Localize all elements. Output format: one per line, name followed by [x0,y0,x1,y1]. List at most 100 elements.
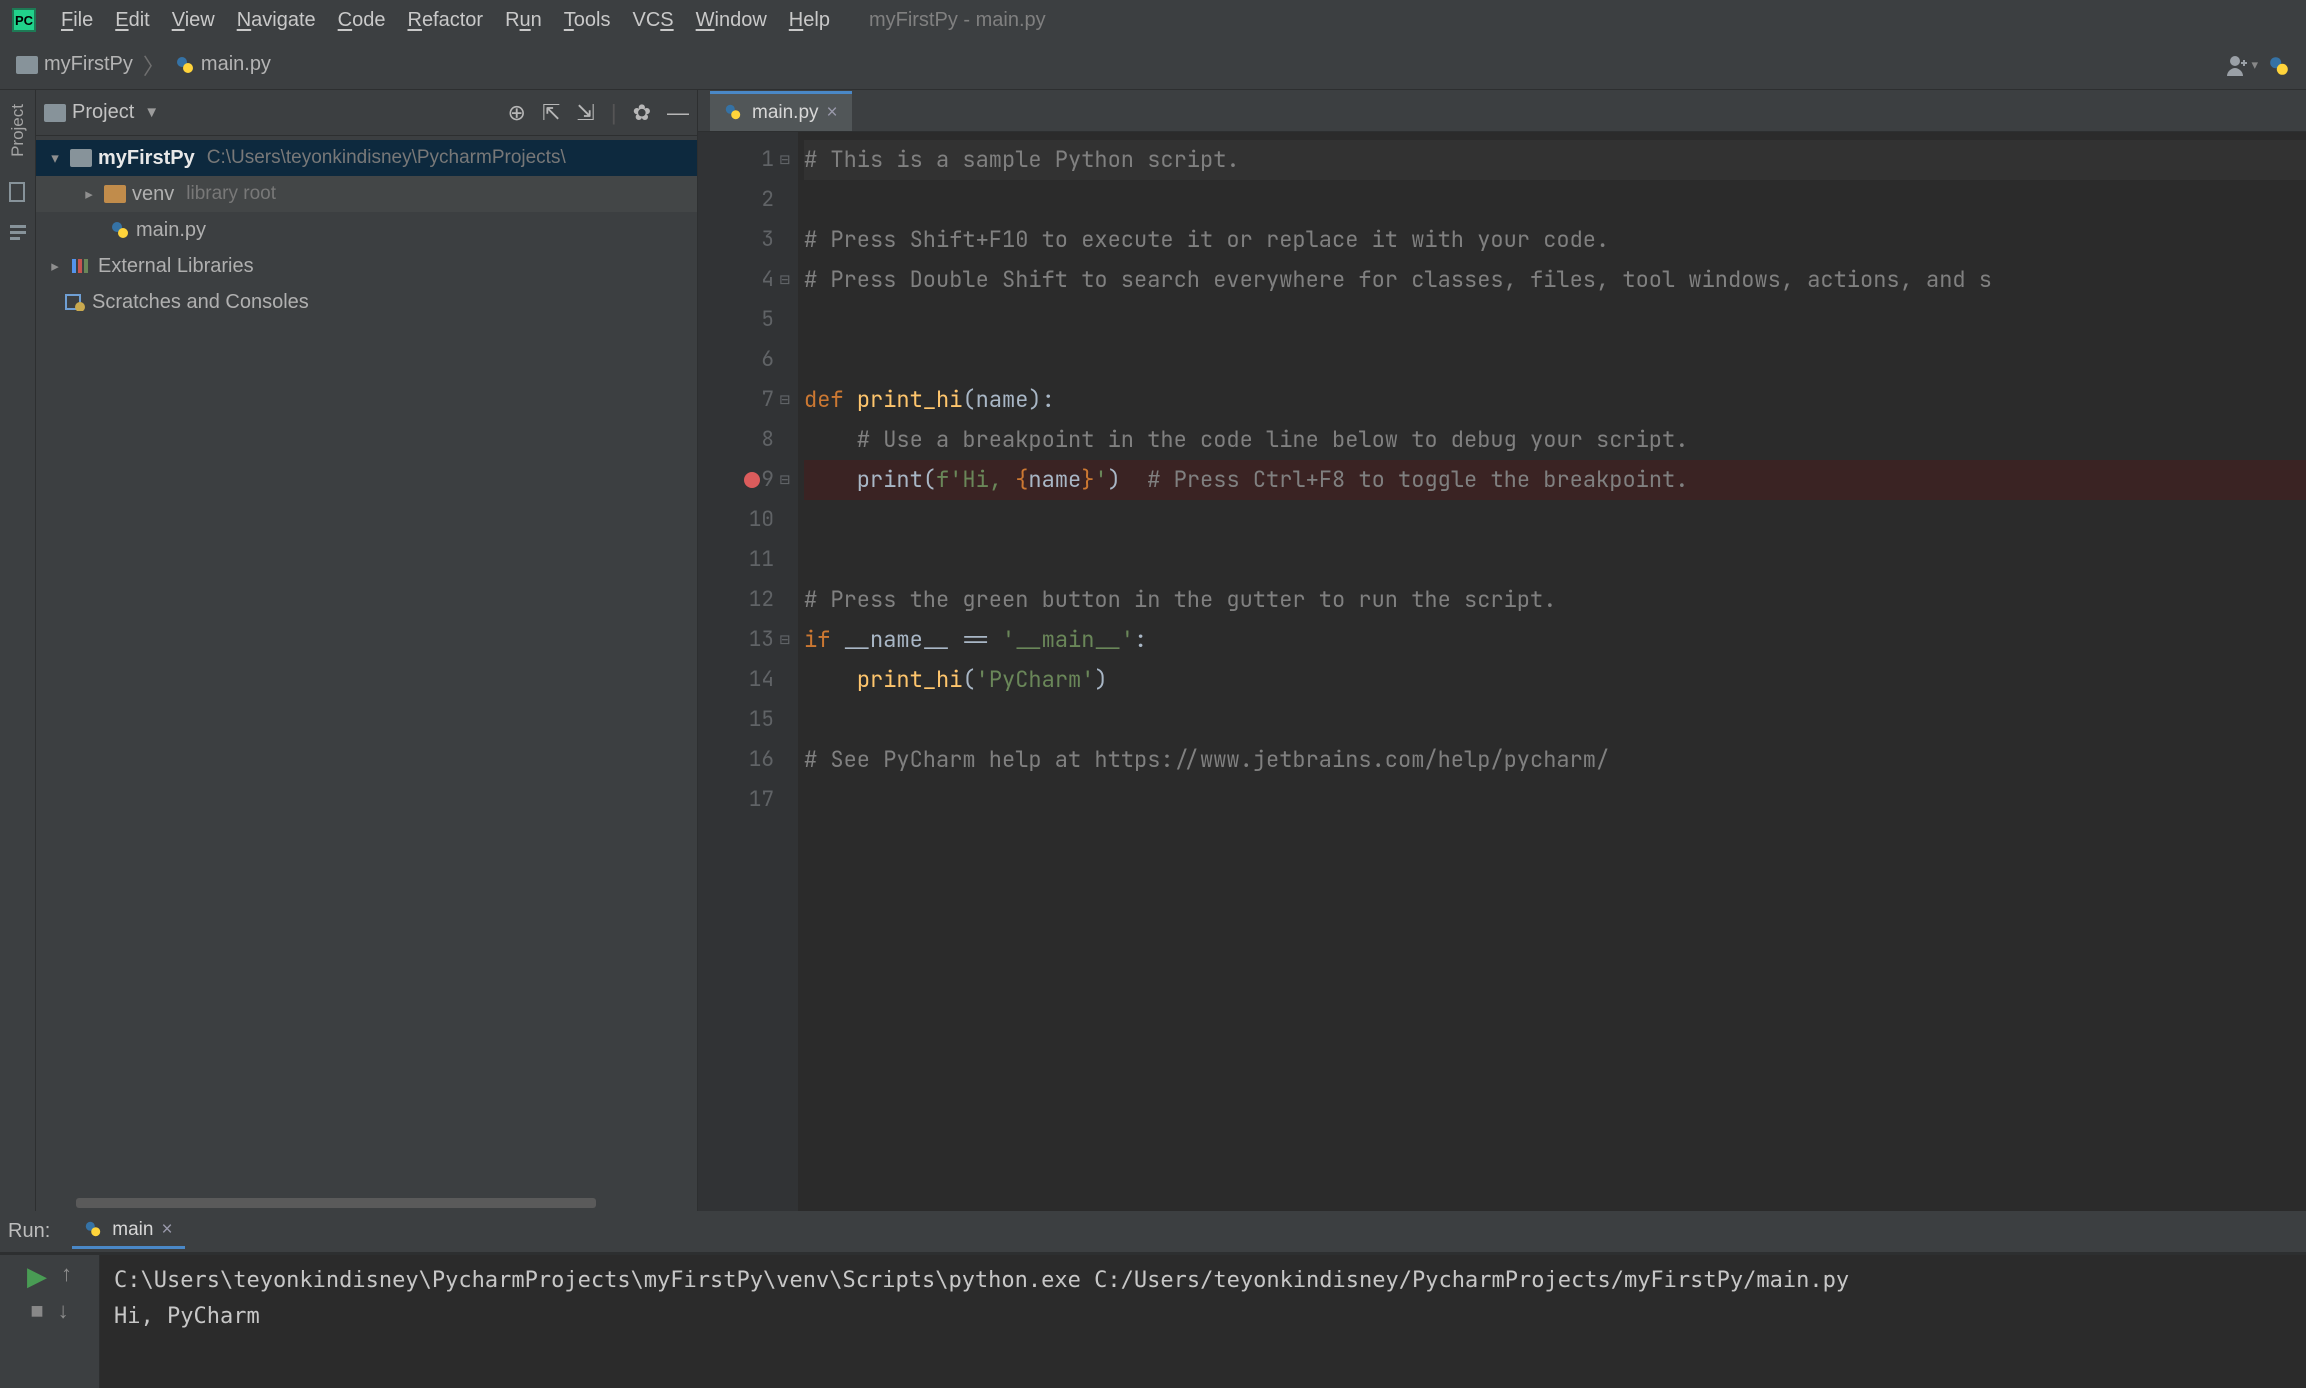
menu-file[interactable]: File [50,5,104,36]
tree-node-mainpy-name: main.py [136,219,206,242]
tree-root-project[interactable]: ▾ myFirstPy C:\Users\teyonkindisney\Pych… [36,140,697,176]
menu-tools[interactable]: Tools [553,5,622,36]
gutter-line[interactable]: 4⊟ [698,260,788,300]
code-line[interactable]: def print_hi(name): [804,380,2306,420]
code-line[interactable]: if __name__ == '__main__': [804,620,2306,660]
tree-node-venv[interactable]: ▸ venv library root [36,176,697,212]
stop-icon[interactable]: ■ [30,1298,43,1324]
code-line[interactable] [804,700,2306,740]
gutter-line[interactable]: 14 [698,660,788,700]
up-arrow-icon[interactable]: ↑ [61,1261,72,1292]
run-tool-window: ▶ ↑ ■ ↓ C:\Users\teyonkindisney\PycharmP… [0,1253,2306,1388]
gutter-line[interactable]: 7⊟ [698,380,788,420]
code-line[interactable]: print_hi('PyCharm') [804,660,2306,700]
menu-help[interactable]: Help [778,5,841,36]
collapse-all-icon[interactable]: ⇲ [576,100,594,126]
tree-node-external-label: External Libraries [98,255,254,278]
gutter-line[interactable]: 13⊟ [698,620,788,660]
code-line[interactable] [804,500,2306,540]
menu-vcs[interactable]: VCS [622,5,685,36]
breakpoint-icon[interactable] [744,472,760,488]
run-tab-main[interactable]: main × [72,1215,184,1249]
fold-icon[interactable]: ⊟ [780,460,790,500]
code-line[interactable]: # Press Double Shift to search everywher… [804,260,2306,300]
menu-refactor[interactable]: Refactor [396,5,494,36]
tree-node-scratches[interactable]: Scratches and Consoles [36,284,697,320]
gutter-line[interactable]: 16 [698,740,788,780]
gutter-line[interactable]: 10 [698,500,788,540]
chevron-down-icon[interactable]: ▾ [46,149,64,167]
code-line[interactable] [804,780,2306,820]
breadcrumb-file[interactable]: main.py [169,51,277,78]
chevron-right-icon[interactable]: ▸ [80,185,98,203]
project-panel-title[interactable]: Project [72,101,134,124]
code-line[interactable] [804,340,2306,380]
menu-navigate[interactable]: Navigate [226,5,327,36]
run-panel-label: Run: [8,1220,62,1243]
gutter-line[interactable]: 1⊟ [698,140,788,180]
settings-gear-icon[interactable]: ✿ [633,100,651,126]
window-title: myFirstPy - main.py [869,9,1046,32]
fold-icon[interactable]: ⊟ [780,620,790,660]
gutter-line[interactable]: 12 [698,580,788,620]
code-line[interactable]: print(f'Hi, {name}') # Press Ctrl+F8 to … [804,460,2306,500]
project-view-dropdown-icon[interactable]: ▼ [140,104,159,121]
gutter-line[interactable]: 11 [698,540,788,580]
locate-file-icon[interactable]: ⊕ [508,100,526,126]
python-file-icon [724,103,744,123]
code-line[interactable] [804,300,2306,340]
chevron-right-icon[interactable]: ▸ [46,257,64,275]
code-line[interactable] [804,180,2306,220]
fold-icon[interactable]: ⊟ [780,380,790,420]
gutter-line[interactable]: 17 [698,780,788,820]
close-run-tab-icon[interactable]: × [161,1219,172,1241]
code-editor[interactable]: 1⊟234⊟567⊟89⊟10111213⊟14151617 # This is… [698,132,2306,1211]
code-line[interactable]: # Press the green button in the gutter t… [804,580,2306,620]
code-body[interactable]: # This is a sample Python script. # Press… [798,132,2306,1211]
folder-icon [70,149,92,167]
tree-node-mainpy[interactable]: main.py [36,212,697,248]
code-line[interactable]: # Use a breakpoint in the code line belo… [804,420,2306,460]
python-interpreter-icon[interactable] [2268,55,2288,75]
gutter-line[interactable]: 15 [698,700,788,740]
code-line[interactable] [804,540,2306,580]
tree-node-venv-suffix: library root [186,183,276,205]
hide-panel-icon[interactable]: — [667,100,689,126]
project-tree-scrollbar[interactable] [36,1195,697,1211]
tool-window-project-stripe[interactable]: Project [8,98,28,163]
scrollbar-thumb[interactable] [76,1198,596,1208]
run-console-output[interactable]: C:\Users\teyonkindisney\PycharmProjects\… [100,1255,2306,1388]
code-with-me-button[interactable]: ▾ [2225,54,2258,76]
code-line[interactable]: # This is a sample Python script. [804,140,2306,180]
gutter-line[interactable]: 3 [698,220,788,260]
tree-root-path: C:\Users\teyonkindisney\PycharmProjects\ [207,147,566,169]
gutter-line[interactable]: 6 [698,340,788,380]
project-tree[interactable]: ▾ myFirstPy C:\Users\teyonkindisney\Pych… [36,136,697,324]
code-line[interactable]: # Press Shift+F10 to execute it or repla… [804,220,2306,260]
fold-icon[interactable]: ⊟ [780,140,790,180]
fold-icon[interactable]: ⊟ [780,260,790,300]
menu-window[interactable]: Window [685,5,778,36]
rerun-icon[interactable]: ▶ [27,1261,47,1292]
breadcrumb-project[interactable]: myFirstPy [10,51,139,78]
bookmarks-tool-icon[interactable] [7,181,29,203]
expand-all-icon[interactable]: ⇱ [542,100,560,126]
menu-code[interactable]: Code [327,5,397,36]
scratches-icon [64,293,86,311]
down-arrow-icon[interactable]: ↓ [58,1298,69,1324]
tree-node-external-libraries[interactable]: ▸ External Libraries [36,248,697,284]
editor-tab-mainpy[interactable]: main.py × [710,91,852,131]
gutter-line[interactable]: 2 [698,180,788,220]
project-tool-window: Project ▼ ⊕ ⇱ ⇲ | ✿ — ▾ myFirstPy C:\Use… [36,90,698,1211]
menu-edit[interactable]: Edit [104,5,160,36]
editor-gutter[interactable]: 1⊟234⊟567⊟89⊟10111213⊟14151617 [698,132,798,1211]
close-tab-icon[interactable]: × [827,102,838,124]
gutter-line[interactable]: 5 [698,300,788,340]
structure-tool-icon[interactable] [7,221,29,243]
pycharm-app-icon: PC [12,8,36,32]
menu-view[interactable]: View [161,5,226,36]
menu-run[interactable]: Run [494,5,553,36]
code-line[interactable]: # See PyCharm help at https://www.jetbra… [804,740,2306,780]
gutter-line[interactable]: 9⊟ [698,460,788,500]
gutter-line[interactable]: 8 [698,420,788,460]
